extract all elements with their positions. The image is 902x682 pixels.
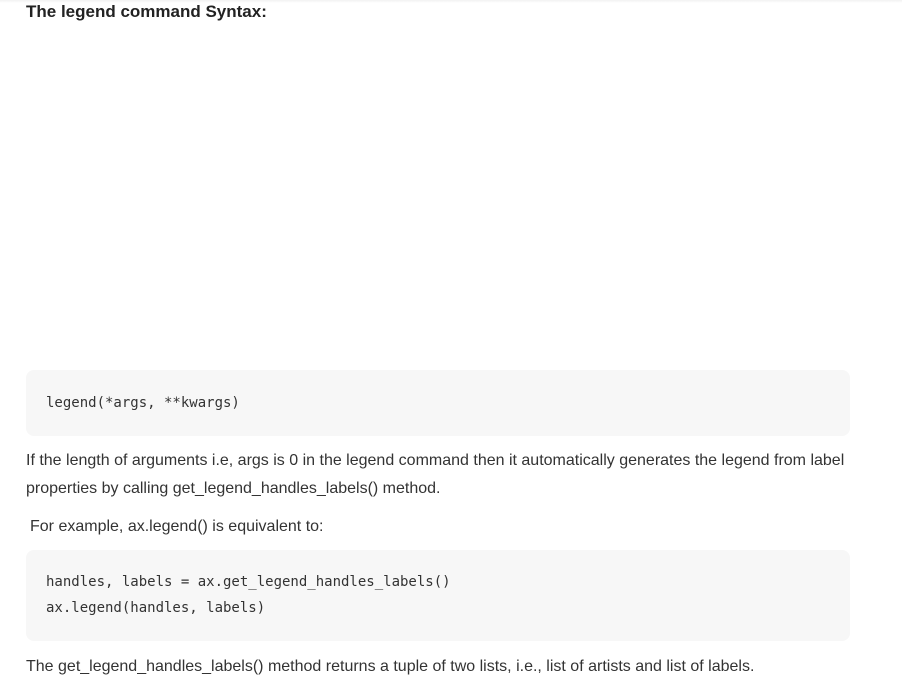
paragraph-return-value: The get_legend_handles_labels() method r… bbox=[26, 658, 755, 675]
section-heading: The legend command Syntax: bbox=[26, 2, 267, 21]
code-line: handles, labels = ax.get_legend_handles_… bbox=[46, 574, 451, 590]
paragraph-example-intro: For example, ax.legend() is equivalent t… bbox=[30, 518, 324, 535]
code-block-example: handles, labels = ax.get_legend_handles_… bbox=[26, 550, 850, 641]
paragraph-args-explanation: If the length of arguments i.e, args is … bbox=[26, 452, 845, 497]
blank-content-area bbox=[26, 30, 850, 356]
code-line: ax.legend(handles, labels) bbox=[46, 600, 266, 616]
code-block-legend-syntax: legend(*args, **kwargs) bbox=[26, 370, 850, 436]
code-line: legend(*args, **kwargs) bbox=[46, 395, 240, 411]
